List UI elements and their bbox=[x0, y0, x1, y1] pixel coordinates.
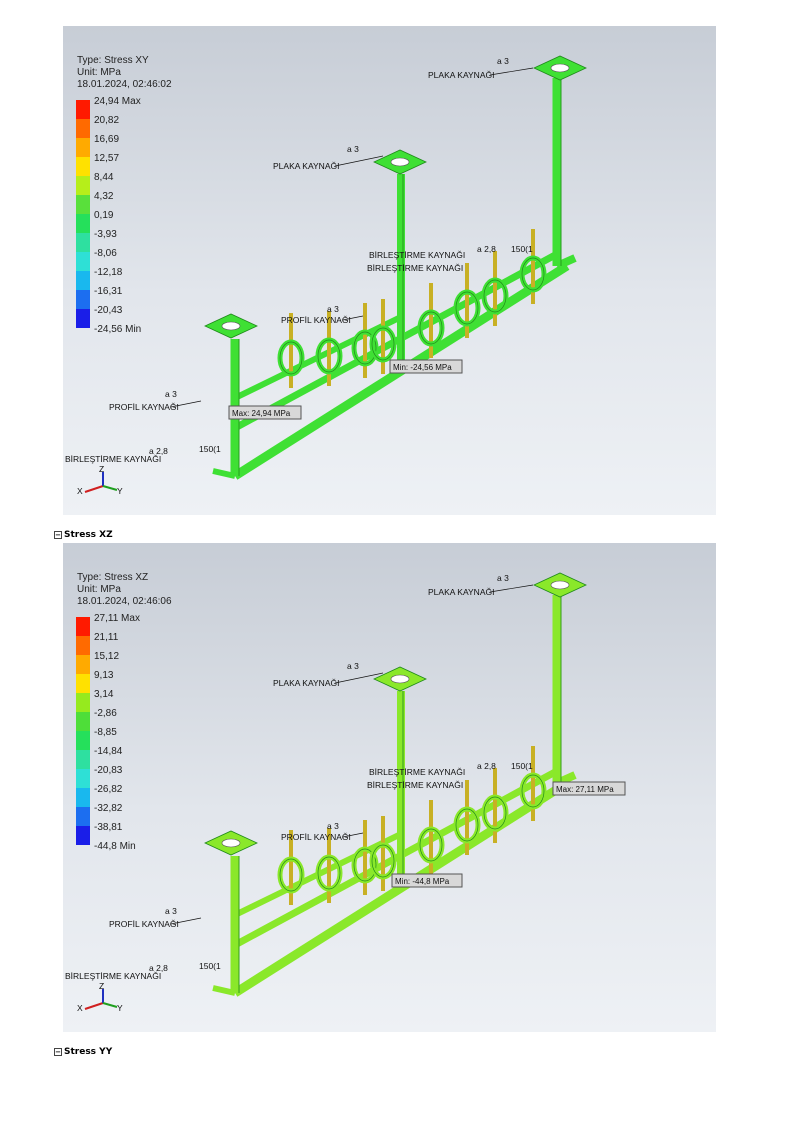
collapse-icon[interactable]: − bbox=[54, 530, 62, 539]
weld-size-label: a 3 bbox=[497, 573, 509, 583]
weld-label: BİRLEŞTİRME KAYNAĞI bbox=[369, 250, 465, 260]
weld-size-label: a 3 bbox=[347, 144, 359, 154]
weld-label: BİRLEŞTİRME KAYNAĞI bbox=[369, 767, 465, 777]
weld-label: PROFİL KAYNAĞI bbox=[281, 315, 351, 325]
collapse-icon[interactable]: − bbox=[54, 1047, 62, 1056]
stress-xz-result-view: Type: Stress XZ Unit: MPa 18.01.2024, 02… bbox=[63, 543, 716, 1032]
axis-triad: X Z Y bbox=[77, 981, 123, 1013]
weld-label: PLAKA KAYNAĞI bbox=[273, 678, 339, 688]
weld-label: BİRLEŞTİRME KAYNAĞI bbox=[367, 780, 463, 790]
section-heading-stress-xz: − Stress XZ bbox=[54, 530, 113, 540]
weld-size-label: a 3 bbox=[327, 821, 339, 831]
weld-label: PROFİL KAYNAĞI bbox=[281, 832, 351, 842]
section-heading-stress-yy: − Stress YY bbox=[54, 1047, 113, 1057]
weld-label: PROFİL KAYNAĞI bbox=[109, 402, 179, 412]
leader-line bbox=[489, 584, 534, 593]
x-axis bbox=[84, 1002, 104, 1010]
weld-label: PROFİL KAYNAĞI bbox=[109, 919, 179, 929]
tag-text: Max: 27,11 MPa bbox=[556, 785, 614, 794]
weld-label: BİRLEŞTİRME KAYNAĞI bbox=[65, 971, 161, 981]
weld-label: BİRLEŞTİRME KAYNAĞI bbox=[65, 454, 161, 464]
max-value-tag: Max: 24,94 MPa bbox=[228, 405, 302, 420]
axis-label-y: Y bbox=[117, 486, 123, 496]
y-axis bbox=[102, 485, 118, 491]
weld-size-label: a 2,8 bbox=[477, 761, 496, 771]
plate-hole bbox=[550, 63, 570, 73]
plate-hole bbox=[221, 321, 241, 331]
tag-text: Max: 24,94 MPa bbox=[232, 409, 291, 418]
leader-line bbox=[489, 67, 534, 76]
weld-size-label: a 2,8 bbox=[149, 446, 168, 456]
weld-size-label: a 2,8 bbox=[477, 244, 496, 254]
axis-label-z: Z bbox=[99, 981, 104, 991]
min-value-tag: Min: -24,56 MPa bbox=[389, 359, 463, 374]
min-value-tag: Min: -44,8 MPa bbox=[391, 873, 463, 888]
weld-size-label: a 3 bbox=[497, 56, 509, 66]
plate-hole bbox=[390, 674, 410, 684]
plate-hole bbox=[221, 838, 241, 848]
tag-text: Min: -44,8 MPa bbox=[395, 877, 450, 886]
weld-size-label: a 3 bbox=[165, 389, 177, 399]
weld-size-label: a 3 bbox=[165, 906, 177, 916]
y-axis bbox=[102, 1002, 118, 1008]
weld-size-label: 150(1 bbox=[511, 761, 533, 771]
axis-label-x: X bbox=[77, 1003, 83, 1013]
x-axis bbox=[84, 485, 104, 493]
frame-model: PLAKA KAYNAĞIa 3PLAKA KAYNAĞIa 3PROFİL K… bbox=[65, 55, 587, 496]
weld-size-label: a 3 bbox=[347, 661, 359, 671]
weld-size-label: a 3 bbox=[327, 304, 339, 314]
plate-hole bbox=[390, 157, 410, 167]
axis-label-z: Z bbox=[99, 464, 104, 474]
weld-size-label: a 2,8 bbox=[149, 963, 168, 973]
weld-size-label: 150(1 bbox=[199, 961, 221, 971]
max-value-tag: Max: 27,11 MPa bbox=[552, 781, 626, 796]
axis-label-y: Y bbox=[117, 1003, 123, 1013]
weld-label: BİRLEŞTİRME KAYNAĞI bbox=[367, 263, 463, 273]
weld-label: PLAKA KAYNAĞI bbox=[273, 161, 339, 171]
frame-model: PLAKA KAYNAĞIa 3PLAKA KAYNAĞIa 3PROFİL K… bbox=[65, 572, 626, 1013]
weld-label: PLAKA KAYNAĞI bbox=[428, 587, 494, 597]
weld-size-label: 150(1 bbox=[511, 244, 533, 254]
tag-text: Min: -24,56 MPa bbox=[393, 363, 452, 372]
plate-hole bbox=[550, 580, 570, 590]
axis-triad: X Z Y bbox=[77, 464, 123, 496]
weld-size-label: 150(1 bbox=[199, 444, 221, 454]
weld-label: PLAKA KAYNAĞI bbox=[428, 70, 494, 80]
axis-label-x: X bbox=[77, 486, 83, 496]
stress-xy-result-view: Type: Stress XY Unit: MPa 18.01.2024, 02… bbox=[63, 26, 716, 515]
